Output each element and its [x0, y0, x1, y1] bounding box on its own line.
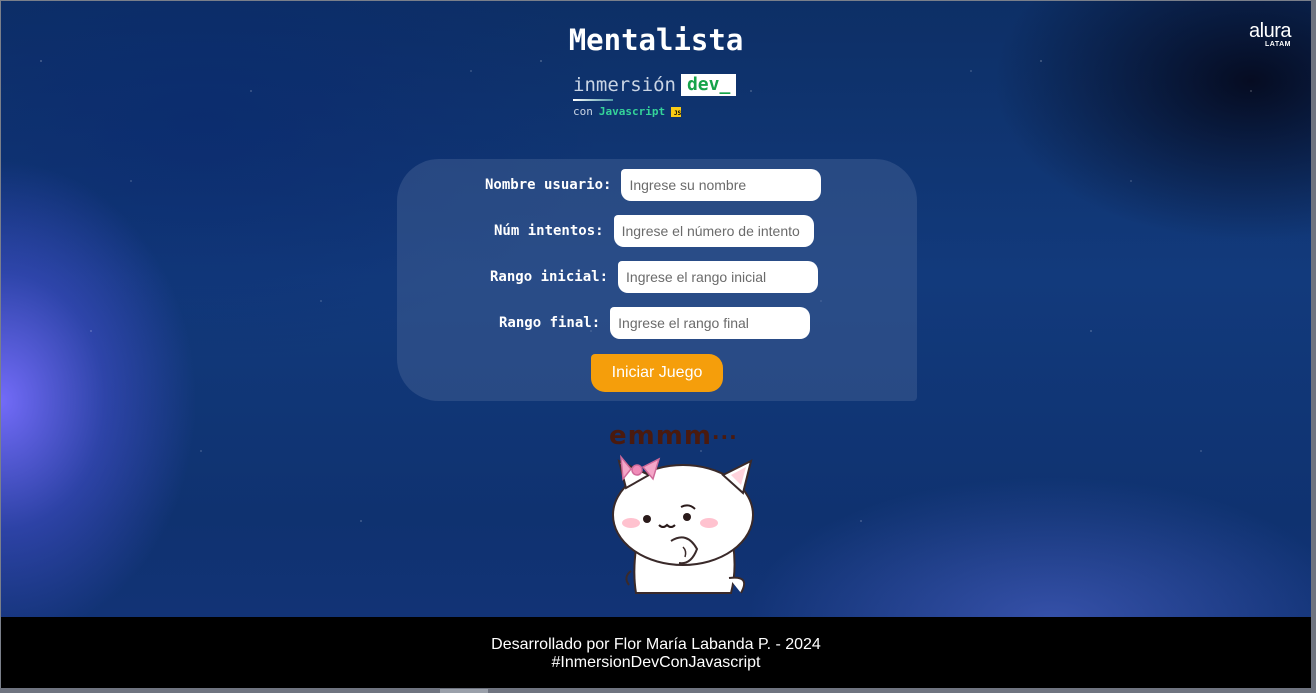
range-end-row: Rango final:: [499, 307, 811, 339]
range-end-input[interactable]: [610, 307, 811, 339]
username-row: Nombre usuario:: [485, 169, 822, 201]
sticker-caption: emmm···: [609, 421, 738, 451]
sticker-caption-text: emmm: [609, 421, 712, 451]
page-title: Mentalista: [568, 23, 744, 57]
range-start-label: Rango inicial:: [490, 269, 609, 285]
username-label: Nombre usuario:: [485, 177, 612, 193]
footer-credit: Desarrollado por Flor María Labanda P. -…: [491, 636, 821, 653]
inmersion-dev-logo: inmersión dev_ con Javascript JS: [573, 74, 753, 126]
attempts-row: Núm intentos:: [494, 215, 814, 247]
username-input[interactable]: [621, 169, 822, 201]
page-footer: Desarrollado por Flor María Labanda P. -…: [1, 617, 1311, 688]
brand-dev-badge: dev_: [680, 74, 737, 96]
attempts-input[interactable]: [613, 215, 814, 247]
window-frame-bottom: [0, 688, 1316, 693]
footer-hashtag: #InmersionDevConJavascript: [551, 654, 761, 671]
start-game-button[interactable]: Iniciar Juego: [591, 354, 723, 392]
range-start-input[interactable]: [618, 261, 819, 293]
brand-underline: [573, 99, 613, 101]
horizontal-scrollbar-thumb[interactable]: [440, 689, 488, 693]
range-end-label: Rango final:: [499, 315, 601, 331]
brand-inmersion-text: inmersión: [573, 74, 676, 96]
brand-con-text: con: [573, 105, 593, 118]
attempts-label: Núm intentos:: [494, 223, 604, 239]
thinking-cat-sticker: [612, 454, 754, 594]
sticker-caption-dots: ···: [711, 425, 738, 449]
page-viewport: alura LATAM Mentalista inmersión dev_ co…: [1, 1, 1311, 688]
javascript-icon: JS: [671, 106, 682, 117]
window-frame-right: [1311, 0, 1316, 693]
range-start-row: Rango inicial:: [490, 261, 819, 293]
brand-javascript-text: Javascript: [598, 105, 666, 118]
